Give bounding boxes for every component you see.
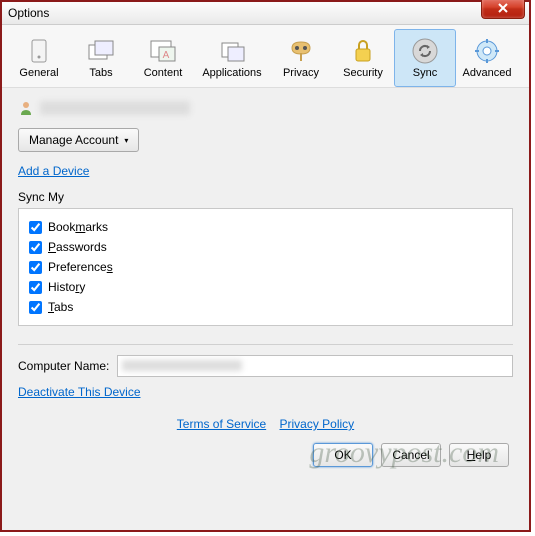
tab-content[interactable]: A Content — [132, 29, 194, 87]
sync-item-label: Passwords — [48, 240, 107, 254]
manage-account-button[interactable]: Manage Account ▾ — [18, 128, 139, 152]
tab-security-label: Security — [343, 67, 383, 79]
manage-account-label: Manage Account — [29, 133, 118, 147]
applications-icon — [216, 37, 248, 65]
tab-content-label: Content — [144, 67, 183, 79]
terms-of-service-link[interactable]: Terms of Service — [177, 417, 266, 431]
checkbox-preferences[interactable] — [29, 261, 42, 274]
add-device-link[interactable]: Add a Device — [18, 164, 89, 178]
checkbox-passwords[interactable] — [29, 241, 42, 254]
divider — [18, 344, 513, 345]
tab-privacy-label: Privacy — [283, 67, 319, 79]
tab-general[interactable]: General — [8, 29, 70, 87]
sync-item-preferences[interactable]: Preferences — [29, 257, 502, 277]
options-window: Options General Tabs A Content — [0, 0, 531, 532]
sync-item-history[interactable]: History — [29, 277, 502, 297]
general-icon — [23, 37, 55, 65]
content-area: Manage Account ▾ Add a Device Sync My Bo… — [2, 88, 529, 475]
category-toolbar: General Tabs A Content Applications Priv… — [2, 25, 529, 88]
privacy-policy-link[interactable]: Privacy Policy — [280, 417, 355, 431]
account-row — [18, 100, 513, 116]
tab-advanced-label: Advanced — [463, 67, 512, 79]
privacy-icon — [285, 37, 317, 65]
help-button[interactable]: Help — [449, 443, 509, 467]
account-email-redacted — [40, 101, 190, 115]
computer-name-row: Computer Name: — [18, 355, 513, 377]
sync-item-passwords[interactable]: Passwords — [29, 237, 502, 257]
sync-item-tabs[interactable]: Tabs — [29, 297, 502, 317]
content-icon: A — [147, 37, 179, 65]
computer-name-redacted — [122, 360, 242, 371]
sync-item-label: History — [48, 280, 85, 294]
ok-button[interactable]: OK — [313, 443, 373, 467]
security-icon — [347, 37, 379, 65]
tab-tabs-label: Tabs — [89, 67, 112, 79]
user-icon — [18, 100, 34, 116]
tab-privacy[interactable]: Privacy — [270, 29, 332, 87]
tab-security[interactable]: Security — [332, 29, 394, 87]
titlebar: Options — [2, 2, 529, 25]
advanced-icon — [471, 37, 503, 65]
computer-name-label: Computer Name: — [18, 359, 109, 373]
tab-applications[interactable]: Applications — [194, 29, 270, 87]
tab-applications-label: Applications — [202, 67, 261, 79]
sync-icon — [409, 37, 441, 65]
sync-item-label: Bookmarks — [48, 220, 108, 234]
sync-item-label: Preferences — [48, 260, 113, 274]
cancel-button[interactable]: Cancel — [381, 443, 441, 467]
sync-section-label: Sync My — [18, 190, 513, 204]
checkbox-history[interactable] — [29, 281, 42, 294]
checkbox-tabs[interactable] — [29, 301, 42, 314]
tab-sync-label: Sync — [413, 67, 437, 79]
legal-links: Terms of Service Privacy Policy — [18, 417, 513, 431]
svg-text:A: A — [163, 50, 170, 61]
tabs-icon — [85, 37, 117, 65]
tab-sync[interactable]: Sync — [394, 29, 456, 87]
tab-general-label: General — [19, 67, 58, 79]
computer-name-field[interactable] — [117, 355, 513, 377]
checkbox-bookmarks[interactable] — [29, 221, 42, 234]
close-icon — [498, 3, 508, 13]
sync-items-box: Bookmarks Passwords Preferences History … — [18, 208, 513, 326]
window-title: Options — [8, 6, 49, 20]
chevron-down-icon: ▾ — [124, 136, 128, 145]
close-button[interactable] — [481, 0, 525, 19]
dialog-buttons: OK Cancel Help — [18, 443, 513, 467]
sync-item-bookmarks[interactable]: Bookmarks — [29, 217, 502, 237]
deactivate-device-link[interactable]: Deactivate This Device — [18, 385, 141, 399]
tab-advanced[interactable]: Advanced — [456, 29, 518, 87]
sync-item-label: Tabs — [48, 300, 73, 314]
tab-tabs[interactable]: Tabs — [70, 29, 132, 87]
